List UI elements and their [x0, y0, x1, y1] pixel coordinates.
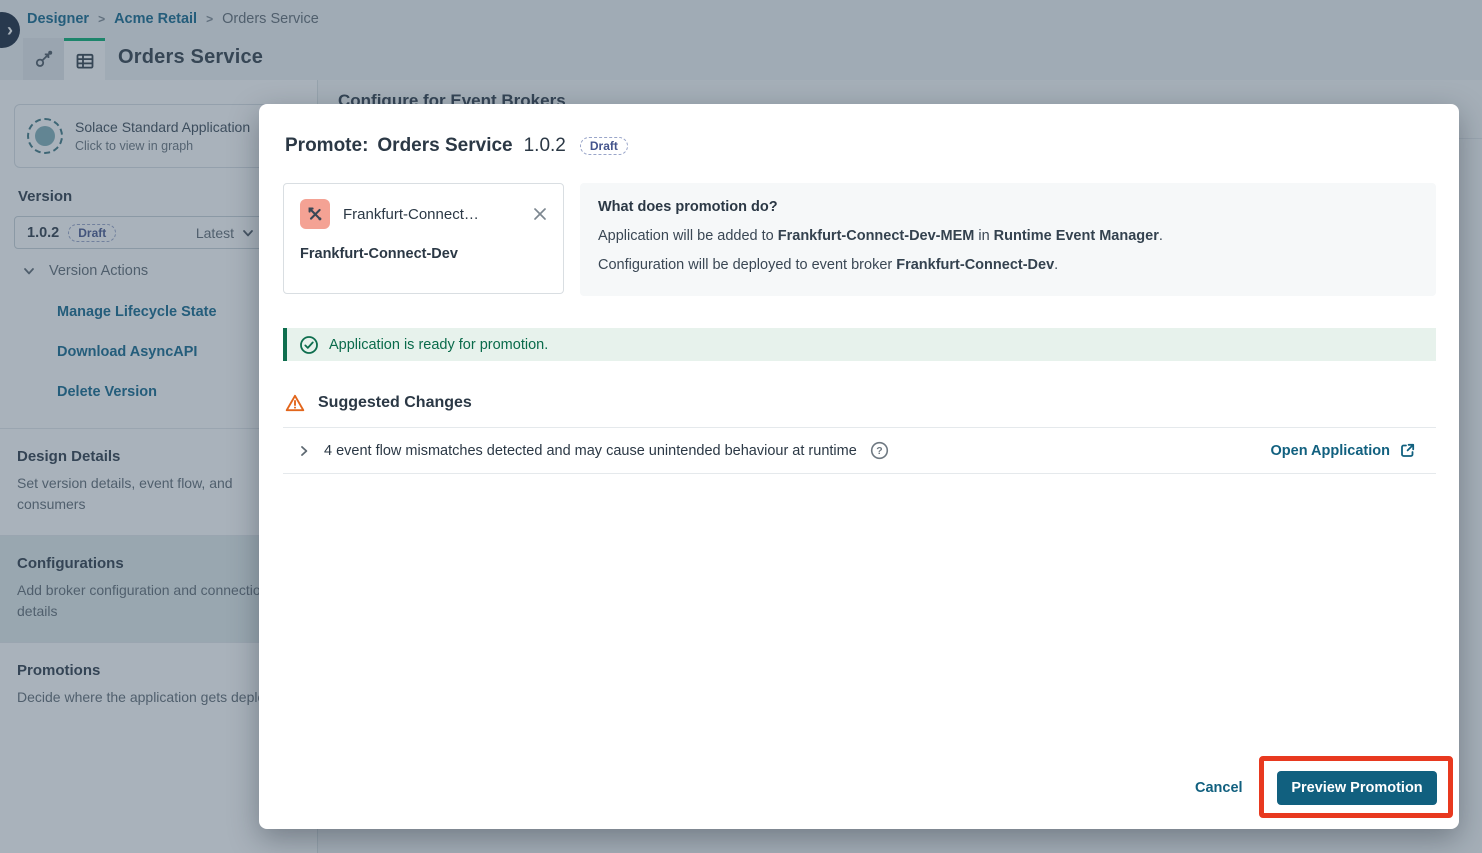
selected-broker-card: Frankfurt-Connect… Frankfurt-Connect-Dev: [283, 183, 564, 294]
modal-draft-badge: Draft: [580, 137, 628, 155]
broker-tools-icon: [300, 199, 330, 229]
open-application-link[interactable]: Open Application: [1271, 442, 1417, 459]
help-circle-icon[interactable]: ?: [870, 441, 889, 460]
success-banner-text: Application is ready for promotion.: [329, 337, 548, 353]
svg-text:?: ?: [876, 445, 882, 457]
mismatch-expandable-row[interactable]: 4 event flow mismatches detected and may…: [283, 427, 1436, 474]
modal-title-name: Orders Service: [377, 135, 512, 157]
info-line-2: Configuration will be deployed to event …: [598, 256, 1418, 274]
check-circle-icon: [299, 335, 319, 355]
modal-title-version: 1.0.2: [524, 135, 566, 157]
info-heading: What does promotion do?: [598, 199, 1418, 215]
info-line-1: Application will be added to Frankfurt-C…: [598, 227, 1418, 245]
mismatch-row-text: 4 event flow mismatches detected and may…: [324, 443, 857, 459]
external-link-icon: [1399, 442, 1416, 459]
remove-broker-icon[interactable]: [531, 205, 549, 223]
modal-title-prefix: Promote:: [285, 135, 368, 157]
broker-environment-name: Frankfurt-Connect-Dev: [300, 246, 458, 262]
suggested-changes-header: Suggested Changes: [285, 393, 472, 413]
preview-promotion-button[interactable]: Preview Promotion: [1277, 771, 1437, 805]
cancel-button[interactable]: Cancel: [1195, 780, 1243, 796]
warning-triangle-icon: [285, 393, 305, 413]
suggested-changes-title: Suggested Changes: [318, 394, 472, 412]
chevron-right-icon[interactable]: [297, 444, 311, 458]
promotion-info-panel: What does promotion do? Application will…: [580, 183, 1436, 296]
broker-name: Frankfurt-Connect…: [343, 206, 518, 223]
modal-title: Promote: Orders Service 1.0.2 Draft: [285, 135, 628, 157]
promote-modal: Promote: Orders Service 1.0.2 Draft Fran…: [259, 104, 1459, 829]
success-banner: Application is ready for promotion.: [283, 328, 1436, 361]
